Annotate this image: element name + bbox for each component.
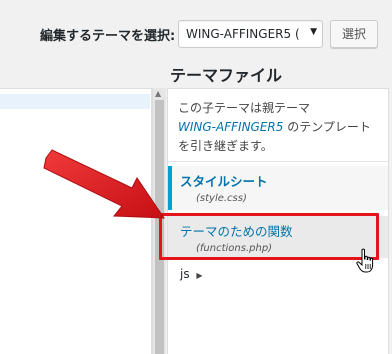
hand-pointer-icon [356, 248, 374, 273]
note-line-3: を引き継ぎます。 [178, 139, 273, 153]
triangle-right-icon: ▶ [196, 271, 203, 280]
theme-select-bar: 編集するテーマを選択: WING-AFFINGER5 ( ▼ 選択 [0, 0, 392, 68]
file-item-label: スタイルシート [180, 174, 268, 189]
folder-label: js [180, 267, 190, 281]
editor-active-line [0, 94, 150, 109]
theme-files-heading: テーマファイル [170, 66, 283, 85]
theme-select-label: 編集するテーマを選択: [40, 29, 176, 44]
annotation-highlight-box [159, 213, 379, 260]
note-suffix-1: のテンプレ [283, 120, 347, 134]
folder-item-js[interactable]: js ▶ [180, 267, 203, 281]
scroll-up-icon[interactable]: ▲ [155, 89, 161, 98]
divider [168, 161, 388, 162]
file-item-filename: (style.css) [196, 193, 247, 204]
annotation-arrow-icon [43, 149, 165, 219]
theme-select-dropdown[interactable]: WING-AFFINGER5 ( ▼ [178, 20, 323, 48]
theme-select-value: WING-AFFINGER5 ( [186, 27, 300, 41]
select-theme-button[interactable]: 選択 [330, 20, 378, 48]
parent-theme-note: この子テーマは親テーマ WING-AFFINGER5 のテンプレート を引き継ぎ… [178, 99, 383, 156]
chevron-down-icon: ▼ [308, 27, 317, 37]
file-item-stylesheet[interactable]: スタイルシート (style.css) [168, 166, 388, 210]
parent-theme-link: WING-AFFINGER5 [178, 120, 284, 134]
note-prefix: この子テーマは親テーマ [178, 101, 311, 115]
note-suffix-2: ート [346, 120, 371, 134]
